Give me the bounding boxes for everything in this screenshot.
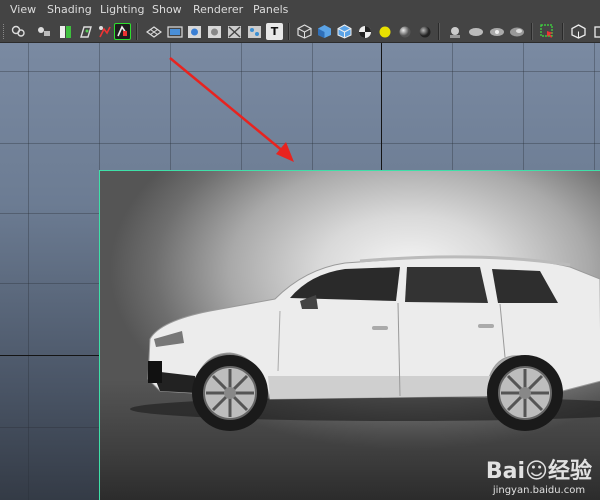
safe-title-icon[interactable] bbox=[246, 23, 263, 40]
field-chart-icon[interactable] bbox=[206, 23, 223, 40]
menu-shading[interactable]: Shading bbox=[47, 3, 92, 16]
menu-lighting[interactable]: Lighting bbox=[100, 3, 144, 16]
panel-toolbar: T bbox=[0, 21, 600, 43]
resolution-gate-icon[interactable] bbox=[166, 23, 183, 40]
film-gate-icon[interactable] bbox=[114, 23, 131, 40]
toolbar-separator bbox=[438, 23, 440, 40]
menu-show[interactable]: Show bbox=[152, 3, 182, 16]
watermark-url: jingyan.baidu.com bbox=[492, 485, 586, 496]
viewport-icon[interactable] bbox=[590, 23, 600, 40]
toolbar-separator bbox=[562, 23, 564, 40]
camera-select-icon[interactable] bbox=[10, 23, 27, 40]
wireframe-on-shaded-icon[interactable] bbox=[336, 23, 353, 40]
grease-pencil-icon[interactable] bbox=[96, 23, 113, 40]
wireframe-icon[interactable] bbox=[296, 23, 313, 40]
perspective-viewport[interactable]: Bai☺经验 jingyan.baidu.com bbox=[0, 43, 600, 500]
image-plane[interactable]: Bai☺经验 jingyan.baidu.com bbox=[99, 170, 600, 500]
select-highlight-icon[interactable] bbox=[539, 23, 556, 40]
gate-mask-icon[interactable] bbox=[186, 23, 203, 40]
grid-line bbox=[0, 143, 600, 144]
camera-icon[interactable] bbox=[570, 23, 587, 40]
menu-panels[interactable]: Panels bbox=[253, 3, 288, 16]
xray-icon[interactable] bbox=[467, 23, 484, 40]
ambient-occlusion-icon[interactable] bbox=[416, 23, 433, 40]
grid-icon[interactable] bbox=[145, 23, 162, 40]
shadows-icon[interactable] bbox=[396, 23, 413, 40]
menu-view[interactable]: View bbox=[10, 3, 36, 16]
toolbar-separator bbox=[288, 23, 290, 40]
toolbar-separator bbox=[136, 23, 138, 40]
xray-joints-icon[interactable] bbox=[488, 23, 505, 40]
text-icon[interactable]: T bbox=[266, 23, 283, 40]
toolbar-separator bbox=[531, 23, 533, 40]
panel-menu-bar: View Shading Lighting Show Renderer Pane… bbox=[0, 0, 600, 22]
menu-renderer[interactable]: Renderer bbox=[193, 3, 243, 16]
isolate-select-icon[interactable] bbox=[446, 23, 463, 40]
image-plane-icon[interactable] bbox=[77, 23, 94, 40]
toolbar-grip[interactable] bbox=[3, 24, 6, 39]
grid-line bbox=[28, 43, 29, 500]
backface-icon[interactable] bbox=[508, 23, 525, 40]
bookmark-icon[interactable] bbox=[57, 23, 74, 40]
watermark: Bai☺经验 jingyan.baidu.com bbox=[486, 453, 592, 496]
safe-action-icon[interactable] bbox=[226, 23, 243, 40]
watermark-logo: Bai☺经验 bbox=[485, 459, 592, 484]
car-image bbox=[130, 255, 600, 431]
smooth-shade-icon[interactable] bbox=[316, 23, 333, 40]
grid-line bbox=[0, 71, 600, 72]
checker-icon[interactable] bbox=[356, 23, 373, 40]
lights-icon[interactable] bbox=[376, 23, 393, 40]
camera-attributes-icon[interactable] bbox=[35, 23, 52, 40]
